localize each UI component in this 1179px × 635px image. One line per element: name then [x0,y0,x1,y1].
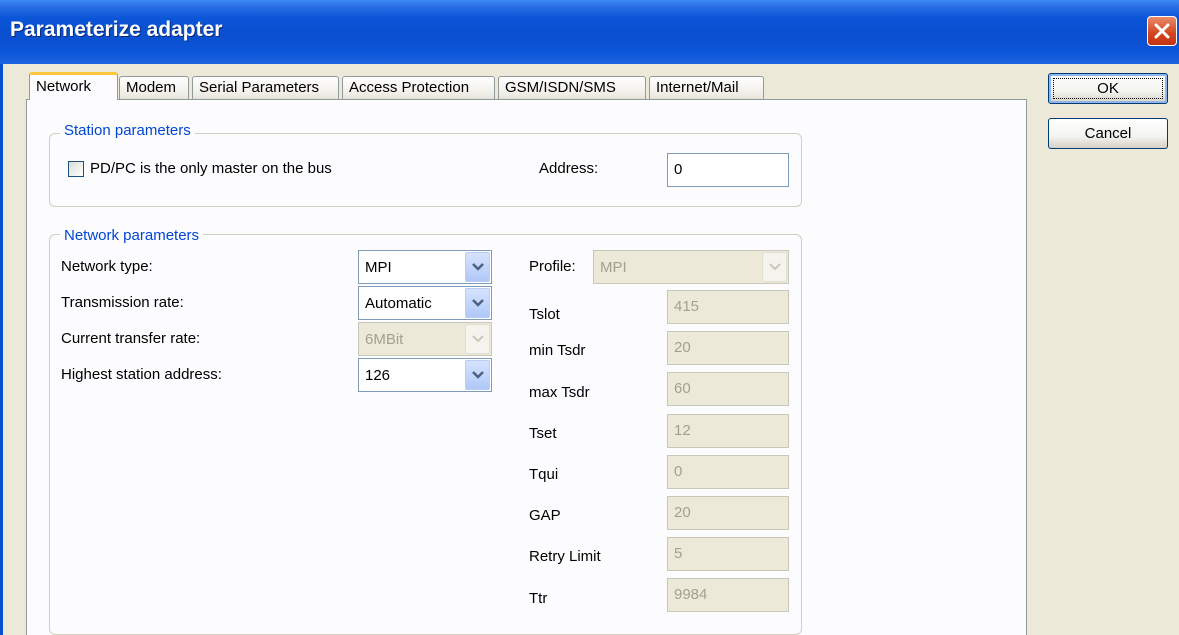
tab-access-protection[interactable]: Access Protection [342,76,495,100]
max-tsdr-value: 60 [674,380,691,397]
cancel-label: Cancel [1084,125,1132,142]
dropdown-arrow[interactable] [465,360,490,390]
tslot-field: 415 [667,290,789,324]
chevron-down-icon [472,371,484,379]
network-type-value: MPI [365,259,392,276]
min-tsdr-value: 20 [674,339,691,356]
network-type-label: Network type: [61,258,153,275]
tslot-label: Tslot [529,306,560,323]
ok-button[interactable]: OK [1048,73,1168,104]
max-tsdr-label: max Tsdr [529,384,590,401]
tqui-label: Tqui [529,466,559,483]
transmission-rate-label: Transmission rate: [61,294,184,311]
tqui-field: 0 [667,455,789,489]
cancel-button[interactable]: Cancel [1048,118,1168,149]
chevron-down-icon [472,263,484,271]
current-rate-value: 6MBit [365,331,404,348]
address-input[interactable]: 0 [667,153,789,187]
ttr-field: 9984 [667,578,789,612]
tqui-value: 0 [674,463,683,480]
tset-field: 12 [667,414,789,448]
dropdown-arrow [465,324,490,354]
highest-address-label: Highest station address: [61,366,222,383]
min-tsdr-field: 20 [667,331,789,365]
close-icon [1154,23,1170,39]
chevron-down-icon [769,263,781,271]
tab-serial-parameters[interactable]: Serial Parameters [192,76,339,100]
tab-label: Serial Parameters [199,79,320,96]
title-bar: Parameterize adapter [0,0,1179,64]
gap-value: 20 [674,504,691,521]
retry-limit-field: 5 [667,537,789,571]
tab-label: Modem [126,79,177,96]
dropdown-arrow[interactable] [465,288,490,318]
gap-label: GAP [529,507,561,524]
network-type-dropdown[interactable]: MPI [358,250,492,284]
tab-gsm-isdn-sms[interactable]: GSM/ISDN/SMS [498,76,646,100]
ttr-value: 9984 [674,586,708,603]
tab-label: GSM/ISDN/SMS [505,79,616,96]
highest-address-dropdown[interactable]: 126 [358,358,492,392]
only-master-label: PD/PC is the only master on the bus [90,160,332,177]
max-tsdr-field: 60 [667,372,789,406]
gap-field: 20 [667,496,789,530]
address-value: 0 [674,161,683,178]
profile-value: MPI [600,259,627,276]
ttr-label: Ttr [529,590,548,607]
network-parameters-label: Network parameters [60,227,204,244]
transmission-rate-dropdown[interactable]: Automatic [358,286,492,320]
chevron-down-icon [472,299,484,307]
tset-value: 12 [674,422,691,439]
address-label: Address: [539,160,599,177]
tab-label: Internet/Mail [656,79,739,96]
window-title: Parameterize adapter [10,18,223,41]
only-master-checkbox[interactable] [68,161,84,177]
tab-network[interactable]: Network [29,72,118,100]
tset-label: Tset [529,425,557,442]
highest-address-value: 126 [365,367,391,384]
profile-dropdown: MPI [593,250,789,284]
current-rate-label: Current transfer rate: [61,330,201,347]
dropdown-arrow [762,252,787,282]
close-button[interactable] [1147,16,1177,46]
dropdown-arrow[interactable] [465,252,490,282]
tab-modem[interactable]: Modem [119,76,189,100]
chevron-down-icon [472,335,484,343]
window-left-border [0,64,3,635]
min-tsdr-label: min Tsdr [529,342,586,359]
station-parameters-label: Station parameters [60,122,195,139]
focus-rect [1053,78,1163,99]
tslot-value: 415 [674,298,700,315]
retry-limit-label: Retry Limit [529,548,601,565]
profile-label: Profile: [529,258,576,275]
tab-internet-mail[interactable]: Internet/Mail [649,76,764,100]
tab-label: Network [36,78,92,95]
transmission-rate-value: Automatic [365,295,432,312]
current-rate-dropdown: 6MBit [358,322,492,356]
retry-limit-value: 5 [674,545,683,562]
tab-label: Access Protection [349,79,470,96]
